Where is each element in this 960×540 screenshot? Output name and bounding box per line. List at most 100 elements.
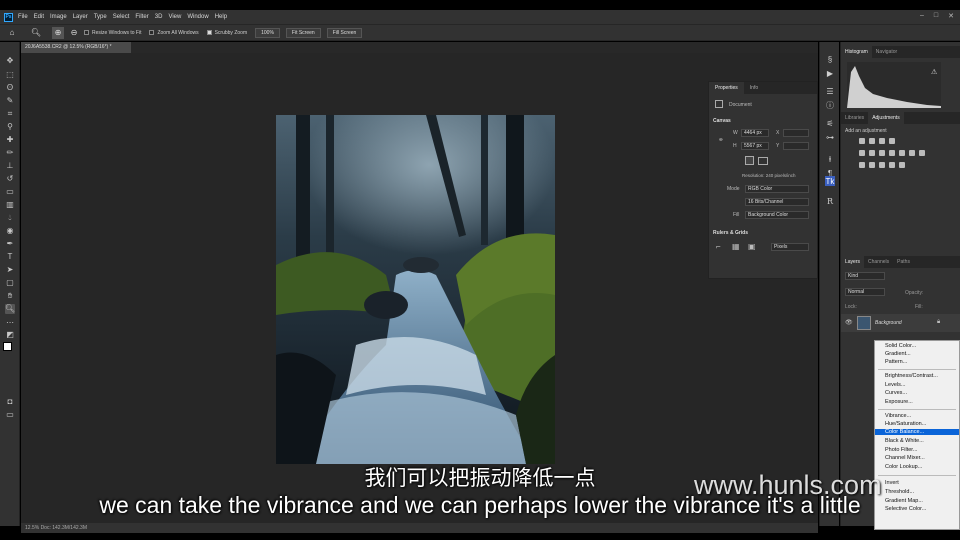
hand-tool-icon[interactable]: ✋︎ [5,291,15,301]
tab-histogram[interactable]: Histogram [841,46,872,58]
visibility-eye-icon[interactable]: 👁︎ [845,319,853,326]
type-tool-icon[interactable]: T [5,252,15,262]
healing-brush-tool-icon[interactable]: ✚ [5,135,15,145]
zoom-tool-preset-icon[interactable]: 🔍︎ [30,27,42,39]
bw-adj-icon[interactable] [889,150,895,156]
eyedropper-tool-icon[interactable]: ⚲ [5,122,15,132]
menu-help[interactable]: Help [215,14,227,20]
channel-mixer-adj-icon[interactable] [909,150,915,156]
resize-windows-checkbox[interactable]: Resize Windows to Fit [84,30,141,36]
selective-color-adj-icon[interactable] [899,162,905,168]
lasso-tool-icon[interactable]: ʘ [5,83,15,93]
tab-layers[interactable]: Layers [841,256,865,268]
gradient-map-adj-icon[interactable] [889,162,895,168]
info-panel-icon[interactable]: ⓘ [825,100,835,110]
levels-adj-icon[interactable] [869,138,875,144]
forest-waterfall-photo[interactable] [276,115,555,464]
menu-layer[interactable]: Layer [73,14,88,20]
plugin-tk-icon[interactable]: Tk [825,176,835,186]
fill-select[interactable]: Background Color [745,211,809,219]
menu-item-vibrance[interactable]: Vibrance... [885,413,911,419]
scrubby-zoom-checkbox[interactable]: Scrubby Zoom [206,30,247,36]
screen-mode-icon[interactable]: ▭ [5,410,15,420]
threshold-adj-icon[interactable] [879,162,885,168]
menu-item-color-balance[interactable]: Color Balance... [875,429,959,435]
tab-channels[interactable]: Channels [864,256,893,268]
y-field[interactable] [783,142,809,150]
zoom-tool-icon[interactable]: 🔍︎ [5,304,15,314]
gradient-tool-icon[interactable]: ▥ [5,200,15,210]
shape-tool-icon[interactable]: ▢ [5,278,15,288]
menu-filter[interactable]: Filter [135,14,148,20]
width-field[interactable]: 4464 px [741,129,769,137]
brush-tool-icon[interactable]: ✏ [5,148,15,158]
menu-item-channel-mixer[interactable]: Channel Mixer... [885,455,925,461]
menu-edit[interactable]: Edit [34,14,44,20]
minimize-button[interactable]: – [920,12,924,20]
history-brush-tool-icon[interactable]: ↺ [5,174,15,184]
default-colors-icon[interactable]: ◩ [5,330,15,340]
photo-filter-adj-icon[interactable] [899,150,905,156]
brightness-adj-icon[interactable] [859,138,865,144]
pen-tool-icon[interactable]: ✒ [5,239,15,249]
bit-depth-select[interactable]: 16 Bits/Channel [745,198,809,206]
move-tool-icon[interactable]: ✥ [5,56,15,66]
layer-row[interactable]: 👁︎ Background 🔒︎ [841,314,960,332]
grid-icon[interactable]: ▦ [732,242,740,251]
tab-adjustments[interactable]: Adjustments [868,112,904,124]
document-tab[interactable]: 20J6A5538.CR2 @ 12.5% (RGB/16*) * [21,42,131,53]
menu-item-exposure[interactable]: Exposure... [885,399,913,405]
hue-sat-adj-icon[interactable] [869,150,875,156]
clone-stamp-tool-icon[interactable]: ⊥ [5,161,15,171]
ruler-icon[interactable]: ⌐ [716,242,721,251]
quick-selection-tool-icon[interactable]: ✎ [5,96,15,106]
invert-adj-icon[interactable] [859,162,865,168]
character-panel-icon[interactable]: ⱡ [825,154,835,164]
dodge-tool-icon[interactable]: ◉ [5,226,15,236]
tab-paths[interactable]: Paths [893,256,914,268]
exposure-adj-icon[interactable] [889,138,895,144]
x-field[interactable] [783,129,809,137]
home-icon[interactable]: ⌂ [6,27,18,39]
tab-properties[interactable]: Properties [709,82,744,94]
menu-item-brightness-contrast[interactable]: Brightness/Contrast... [885,373,938,379]
eraser-tool-icon[interactable]: ▭ [5,187,15,197]
height-field[interactable]: 5567 px [741,142,769,150]
layer-name[interactable]: Background [875,320,902,326]
menu-item-pattern[interactable]: Pattern... [885,359,907,365]
menu-item-photo-filter[interactable]: Photo Filter... [885,447,917,453]
menu-item-hue-saturation[interactable]: Hue/Saturation... [885,421,926,427]
posterize-adj-icon[interactable] [869,162,875,168]
adjust-panel-icon[interactable]: ⊶ [825,132,835,142]
menu-image[interactable]: Image [50,14,67,20]
curves-adj-icon[interactable] [879,138,885,144]
quick-mask-icon[interactable]: ◘ [5,397,15,407]
maximize-button[interactable]: □ [934,12,938,20]
menu-select[interactable]: Select [113,14,130,20]
blur-tool-icon[interactable]: 💧︎ [5,213,15,223]
fit-screen-button[interactable]: Fit Screen [285,27,321,38]
guides-icon[interactable]: ▣ [748,242,756,251]
warning-icon[interactable]: ⚠ [931,68,937,76]
landscape-orientation-icon[interactable] [758,157,768,165]
color-balance-adj-icon[interactable] [879,150,885,156]
menu-item-solid-color[interactable]: Solid Color... [885,343,916,349]
tab-navigator[interactable]: Navigator [872,46,901,58]
plugin-r-icon[interactable]: R [825,196,835,206]
menu-window[interactable]: Window [187,14,208,20]
zoom-all-checkbox[interactable]: Zoom All Windows [149,30,199,36]
menu-item-curves[interactable]: Curves... [885,390,907,396]
menu-item-gradient[interactable]: Gradient... [885,351,911,357]
marquee-tool-icon[interactable]: ⬚ [5,70,15,80]
layer-kind-filter[interactable]: Kind [845,272,885,280]
menu-type[interactable]: Type [94,14,107,20]
menu-3d[interactable]: 3D [155,14,163,20]
zoom-100-button[interactable]: 100% [255,27,280,38]
color-lookup-adj-icon[interactable] [919,150,925,156]
menu-item-levels[interactable]: Levels... [885,382,905,388]
more-tools-icon[interactable]: ⋯ [5,318,15,328]
fill-screen-button[interactable]: Fill Screen [326,27,363,38]
menu-file[interactable]: File [18,14,28,20]
tab-info[interactable]: Info [744,82,764,94]
foreground-color-swatch[interactable] [3,342,12,351]
